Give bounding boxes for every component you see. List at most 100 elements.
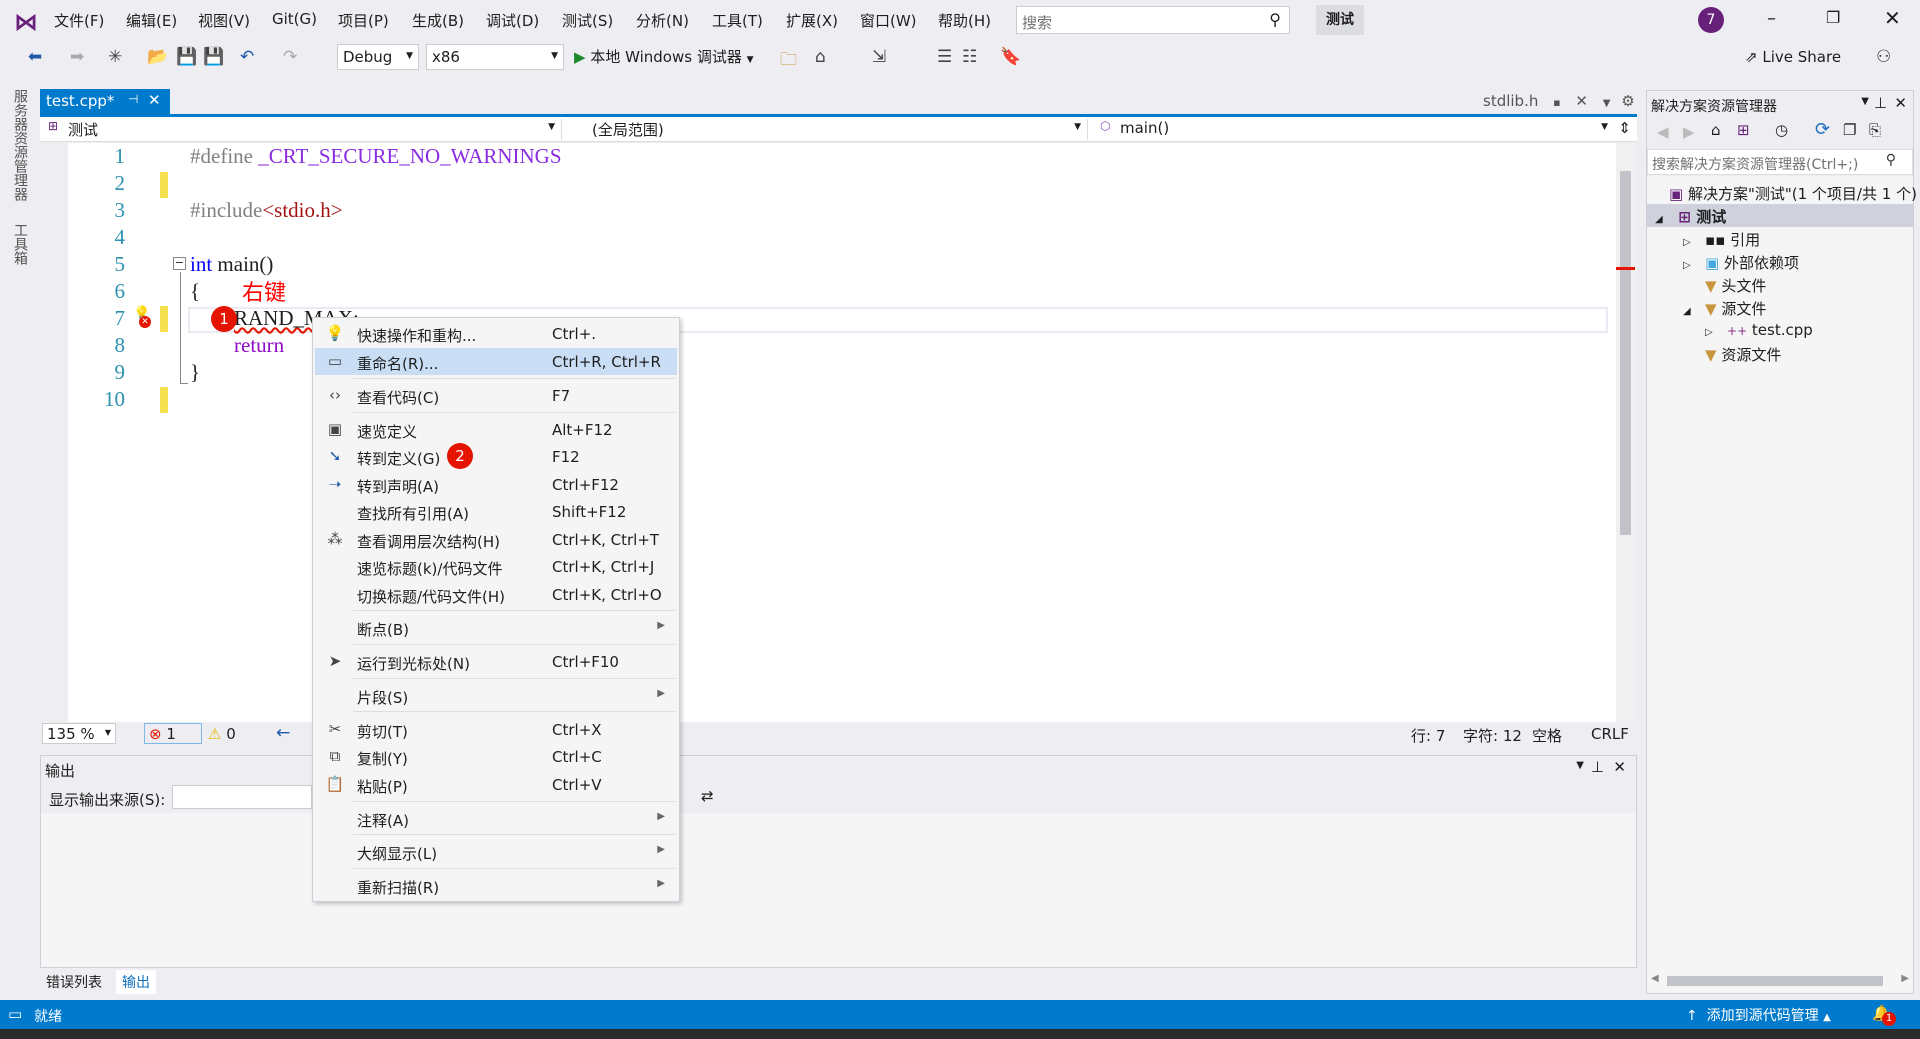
navigate-back-icon[interactable]: ← bbox=[276, 723, 290, 743]
scroll-left-icon[interactable]: ◀ bbox=[1651, 973, 1659, 984]
tab-stdlib-h[interactable]: stdlib.h ▪ ✕ ▼ ⚙ bbox=[1483, 92, 1635, 110]
menu-item-comment[interactable]: 注释(A) ▶ bbox=[315, 805, 677, 832]
menu-item-copy[interactable]: ⧉ 复制(Y) Ctrl+C bbox=[315, 743, 677, 770]
collapse-icon[interactable]: ▷ bbox=[1705, 327, 1713, 338]
find-in-files-icon[interactable]: 🗀 bbox=[780, 47, 797, 76]
menu-item-peek-definition[interactable]: ▣ 速览定义 Alt+F12 bbox=[315, 416, 677, 443]
forward-icon[interactable]: ➡ bbox=[70, 47, 84, 67]
toolbox-tab[interactable]: 工具箱 bbox=[10, 223, 30, 265]
tree-source-files[interactable]: ◢ ▼ 源文件 bbox=[1683, 298, 1766, 319]
collapse-icon[interactable]: ▷ bbox=[1683, 237, 1691, 248]
collapse-toggle-icon[interactable]: − bbox=[173, 257, 186, 270]
expand-icon[interactable]: ◢ bbox=[1683, 306, 1691, 317]
menu-item-run-to-cursor[interactable]: ➤ 运行到光标处(N) Ctrl+F10 bbox=[315, 648, 677, 675]
run-debugger-button[interactable]: ▶ 本地 Windows 调试器 ▼ bbox=[574, 46, 754, 67]
notifications-button[interactable]: 🔔 1 bbox=[1872, 1004, 1896, 1026]
member-dropdown[interactable]: ⬡ main() ▼ bbox=[1094, 119, 1614, 140]
scroll-thumb[interactable] bbox=[1667, 976, 1883, 986]
browser-icon[interactable]: ⌂ bbox=[815, 47, 826, 67]
close-window-button[interactable]: ✕ bbox=[1884, 6, 1901, 30]
zoom-select[interactable]: 135 % ▼ bbox=[42, 723, 116, 744]
solution-name-button[interactable]: 测试 bbox=[1316, 5, 1364, 35]
menu-analyze[interactable]: 分析(N) bbox=[636, 10, 689, 31]
collapse-icon[interactable]: ▷ bbox=[1683, 260, 1691, 271]
forward-icon[interactable]: ▶ bbox=[1683, 123, 1695, 141]
lightbulb-error-icon[interactable]: 💡 ✕ bbox=[133, 306, 151, 328]
bookmark-icon[interactable]: 🔖 bbox=[1000, 47, 1021, 67]
expand-icon[interactable]: ◢ bbox=[1655, 214, 1663, 225]
show-all-files-icon[interactable]: ⎘ bbox=[1869, 121, 1881, 139]
menu-item-find-references[interactable]: 查找所有引用(A) Shift+F12 bbox=[315, 498, 677, 525]
tab-error-list[interactable]: 错误列表 bbox=[46, 972, 102, 992]
restore-button[interactable]: ❐ bbox=[1826, 8, 1840, 27]
feedback-icon[interactable]: ⚇ bbox=[1876, 47, 1891, 67]
home-icon[interactable]: ⌂ bbox=[1711, 121, 1721, 139]
panel-dropdown-icon[interactable]: ▼ bbox=[1576, 760, 1584, 771]
back-icon[interactable]: ⬅ bbox=[28, 47, 42, 67]
sync-icon[interactable]: ⟳ bbox=[1815, 119, 1830, 140]
menu-item-cut[interactable]: ✂ 剪切(T) Ctrl+X bbox=[315, 716, 677, 743]
uncomment-icon[interactable]: ☷ bbox=[962, 47, 977, 67]
error-count[interactable]: ⊗ 1 bbox=[144, 723, 202, 744]
switch-views-icon[interactable]: ⊞ bbox=[1737, 121, 1750, 139]
menu-item-rename[interactable]: ▭ 重命名(R)... Ctrl+R, Ctrl+R bbox=[315, 348, 677, 375]
output-source-select[interactable] bbox=[172, 785, 312, 809]
menu-window[interactable]: 窗口(W) bbox=[860, 10, 917, 31]
new-project-icon[interactable]: ✳ bbox=[108, 47, 122, 67]
menu-item-paste[interactable]: 📋 粘贴(P) Ctrl+V bbox=[315, 771, 677, 798]
warning-count[interactable]: ⚠ 0 bbox=[208, 725, 236, 743]
tab-list-icon[interactable]: ▼ bbox=[1603, 98, 1611, 109]
pending-changes-icon[interactable]: ◷ bbox=[1775, 121, 1788, 139]
close-panel-icon[interactable]: ✕ bbox=[1894, 94, 1907, 112]
back-icon[interactable]: ◀ bbox=[1657, 123, 1669, 141]
menu-extensions[interactable]: 扩展(X) bbox=[786, 10, 838, 31]
redo-icon[interactable]: ↷ bbox=[283, 47, 297, 67]
add-to-source-control-button[interactable]: ↑ 添加到源代码管理 ▲ bbox=[1686, 1005, 1831, 1025]
pin-icon[interactable]: ⊥ bbox=[1591, 758, 1604, 776]
panel-dropdown-icon[interactable]: ▼ bbox=[1861, 96, 1869, 107]
menu-item-goto-declaration[interactable]: ➝ 转到声明(A) Ctrl+F12 bbox=[315, 471, 677, 498]
pin-icon[interactable]: ⊥ bbox=[1874, 94, 1887, 112]
tree-test-cpp[interactable]: ▷ ++ test.cpp bbox=[1705, 321, 1813, 339]
close-panel-icon[interactable]: ✕ bbox=[1613, 758, 1626, 776]
menu-item-view-code[interactable]: ‹› 查看代码(C) F7 bbox=[315, 382, 677, 409]
collapse-all-icon[interactable]: ❐ bbox=[1843, 121, 1856, 139]
menu-tools[interactable]: 工具(T) bbox=[712, 10, 763, 31]
menu-item-peek-header[interactable]: 速览标题(k)/代码文件 Ctrl+K, Ctrl+J bbox=[315, 553, 677, 580]
code-editor[interactable] bbox=[40, 143, 1616, 722]
scope-dropdown[interactable]: (全局范围) ▼ bbox=[568, 119, 1088, 140]
pin-icon[interactable]: ⊣ bbox=[128, 92, 138, 106]
search-box[interactable]: 搜索 ⚲ bbox=[1016, 6, 1290, 34]
gear-icon[interactable]: ⚙ bbox=[1621, 92, 1634, 110]
search-input[interactable]: 搜索 bbox=[1022, 12, 1052, 33]
menu-edit[interactable]: 编辑(E) bbox=[126, 10, 177, 31]
open-icon[interactable]: 📂 bbox=[147, 47, 168, 67]
menu-item-toggle-header[interactable]: 切换标题/代码文件(H) Ctrl+K, Ctrl+O bbox=[315, 581, 677, 608]
menu-item-call-hierarchy[interactable]: ⁂ 查看调用层次结构(H) Ctrl+K, Ctrl+T bbox=[315, 526, 677, 553]
platform-select[interactable]: x86 ▼ bbox=[426, 44, 564, 70]
editor-scrollbar[interactable] bbox=[1616, 143, 1635, 722]
menu-item-breakpoint[interactable]: 断点(B) ▶ bbox=[315, 614, 677, 641]
tree-resource-files[interactable]: ▼ 资源文件 bbox=[1705, 344, 1781, 365]
scroll-right-icon[interactable]: ▶ bbox=[1901, 973, 1909, 984]
menu-item-outlining[interactable]: 大纲显示(L) ▶ bbox=[315, 838, 677, 865]
step-icon[interactable]: ⇲ bbox=[872, 47, 886, 67]
server-explorer-tab[interactable]: 服务器资源管理器 bbox=[10, 89, 30, 201]
comment-icon[interactable]: ☰ bbox=[937, 47, 952, 67]
tab-output[interactable]: 输出 bbox=[116, 970, 156, 994]
undo-icon[interactable]: ↶ bbox=[240, 47, 254, 67]
menu-build[interactable]: 生成(B) bbox=[412, 10, 464, 31]
menu-project[interactable]: 项目(P) bbox=[338, 10, 389, 31]
save-icon[interactable]: 💾 bbox=[176, 47, 197, 67]
minimize-button[interactable]: – bbox=[1767, 8, 1776, 29]
tab-test-cpp[interactable]: test.cpp* ⊣ ✕ bbox=[40, 89, 170, 114]
indent-indicator[interactable]: 空格 bbox=[1532, 725, 1562, 746]
split-icon[interactable]: ⇕ bbox=[1618, 119, 1631, 137]
menu-item-snippets[interactable]: 片段(S) ▶ bbox=[315, 682, 677, 709]
config-select[interactable]: Debug ▼ bbox=[337, 44, 419, 70]
project-dropdown[interactable]: ⊞ 测试 ▼ bbox=[42, 119, 562, 140]
solution-search-input[interactable]: 搜索解决方案资源管理器(Ctrl+;) ⚲ bbox=[1647, 149, 1913, 175]
horizontal-scrollbar[interactable]: ◀ ▶ bbox=[1651, 973, 1909, 987]
menu-item-rescan[interactable]: 重新扫描(R) ▶ bbox=[315, 872, 677, 899]
avatar[interactable]: 7 bbox=[1698, 7, 1724, 33]
